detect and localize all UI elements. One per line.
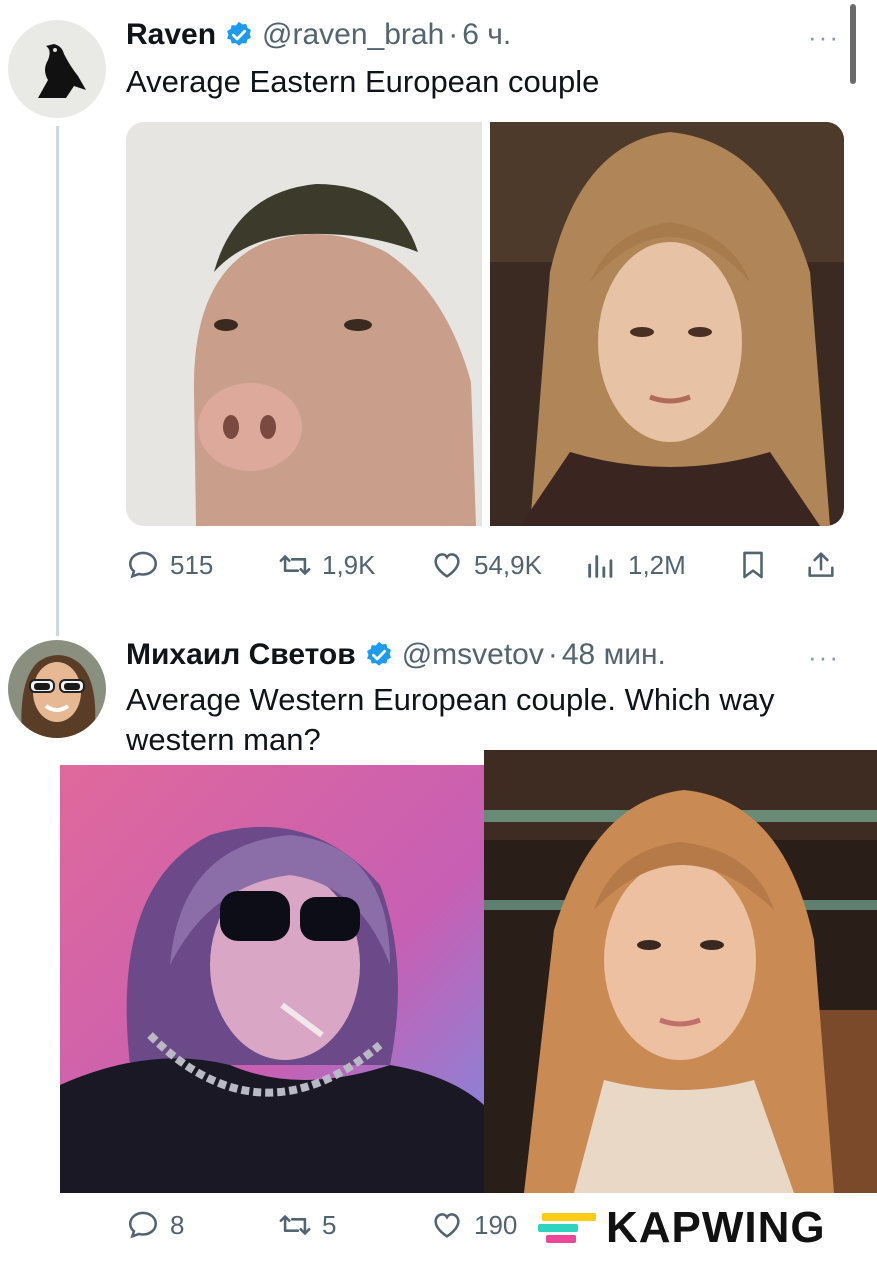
more-icon[interactable]: ···	[808, 642, 840, 673]
retweet-count: 5	[322, 1209, 337, 1240]
tweet-header: Михаил Светов @msvetov · 48 мин.	[126, 638, 666, 672]
tweet-header: Raven @raven_brah · 6 ч.	[126, 18, 511, 52]
views-button[interactable]: 1,2M	[584, 548, 686, 582]
tweet-text: Average Western European couple. Which w…	[126, 682, 775, 757]
reply-button[interactable]: 515	[126, 548, 213, 582]
reply-icon	[128, 551, 158, 579]
retweet-count: 1,9K	[322, 549, 376, 580]
kapwing-text: KAPWING	[606, 1203, 826, 1252]
like-icon	[434, 1213, 460, 1238]
kapwing-logo-icon	[538, 1213, 596, 1243]
avatar-msvetov[interactable]	[8, 640, 106, 738]
like-button[interactable]: 190	[430, 1208, 517, 1242]
kapwing-watermark: KAPWING	[532, 1201, 832, 1255]
verified-badge-icon	[224, 20, 254, 50]
tweet-photo-person-sunglasses[interactable]	[60, 765, 484, 1193]
retweet-button[interactable]: 5	[278, 1208, 336, 1242]
like-count: 54,9K	[474, 549, 542, 580]
like-button[interactable]: 54,9K	[430, 548, 542, 582]
tweet-text: Average Eastern European couple	[126, 64, 600, 99]
separator-dot: ·	[547, 638, 558, 671]
scrollbar[interactable]	[850, 4, 856, 84]
verified-badge-icon	[364, 640, 394, 670]
author-name[interactable]: Михаил Светов	[126, 638, 356, 672]
like-icon	[434, 553, 460, 578]
reply-count: 8	[170, 1209, 185, 1240]
tweet-photo-woman-2[interactable]	[484, 750, 877, 1193]
like-count: 190	[474, 1209, 518, 1240]
thread-connector-line	[56, 126, 59, 636]
share-icon	[808, 552, 834, 577]
retweet-icon	[279, 1215, 311, 1235]
separator-dot: ·	[448, 18, 459, 51]
timestamp[interactable]: 6 ч.	[462, 18, 511, 52]
retweet-icon	[279, 555, 311, 575]
tweet-photo-pig[interactable]	[126, 122, 482, 526]
views-icon	[588, 555, 613, 578]
tweet-photo-woman-1[interactable]	[490, 122, 844, 526]
timestamp[interactable]: 48 мин.	[562, 638, 666, 672]
retweet-button[interactable]: 1,9K	[278, 548, 376, 582]
reply-icon	[128, 1211, 158, 1239]
bookmark-button[interactable]	[736, 548, 770, 582]
views-count: 1,2M	[628, 549, 686, 580]
share-button[interactable]	[804, 548, 838, 582]
reply-count: 515	[170, 549, 214, 580]
author-name[interactable]: Raven	[126, 18, 216, 52]
avatar-raven[interactable]	[8, 20, 106, 118]
more-icon[interactable]: ···	[808, 22, 840, 53]
author-handle[interactable]: @raven_brah	[262, 18, 444, 52]
reply-button[interactable]: 8	[126, 1208, 184, 1242]
bookmark-icon	[743, 551, 763, 579]
author-handle[interactable]: @msvetov	[402, 638, 544, 672]
